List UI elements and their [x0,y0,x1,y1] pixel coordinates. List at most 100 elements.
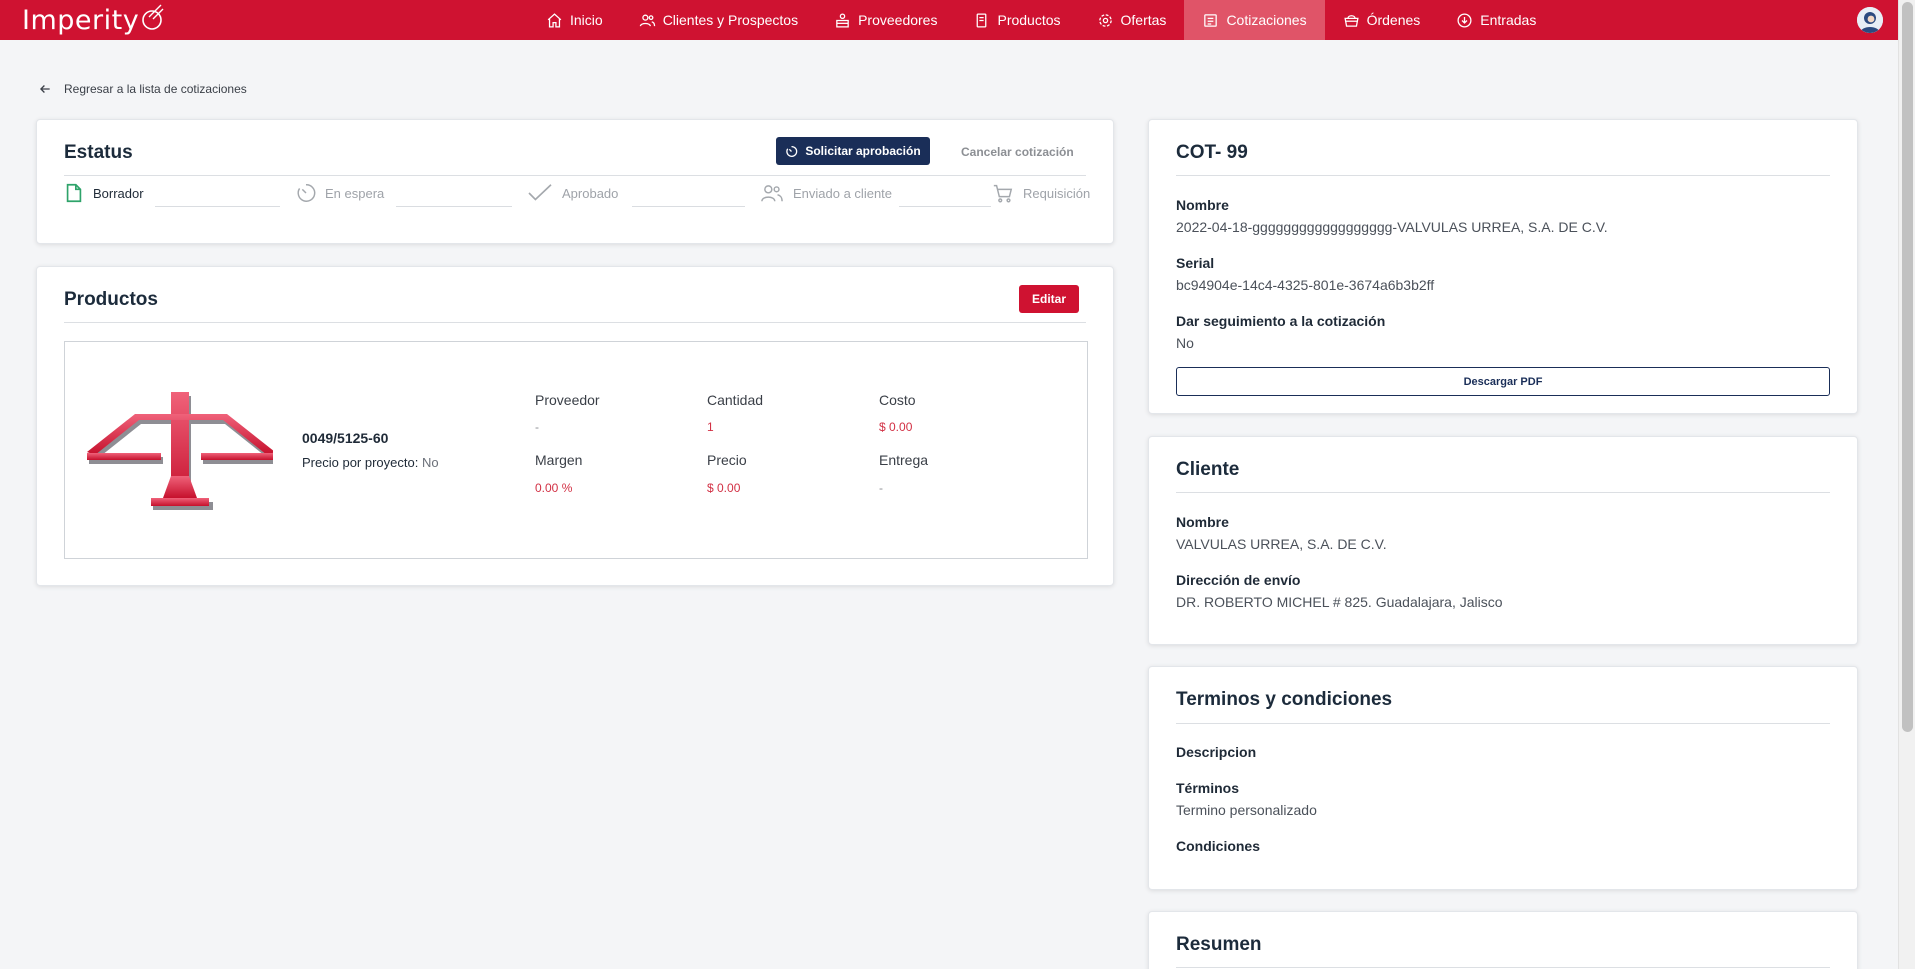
nav-item-label: Órdenes [1366,12,1421,28]
arrow-left-icon [40,85,50,93]
cantidad-label: Cantidad [707,392,764,408]
download-icon [1457,12,1472,28]
user-avatar[interactable] [1857,7,1883,33]
project-price: Precio por proyecto: No [302,455,439,470]
terms-terms-value: Termino personalizado [1176,802,1317,818]
step-en-espera: En espera [295,182,384,204]
step-connector [155,206,280,207]
logo-mark-icon [142,4,164,30]
nav-item-label: Clientes y Prospectos [662,12,799,28]
client-card: Cliente Nombre VALVULAS URREA, S.A. DE C… [1148,436,1858,645]
nav-item-entradas[interactable]: Entradas [1438,0,1554,40]
scrollbar-thumb[interactable] [1902,2,1913,732]
step-label: Requisición [1023,185,1091,201]
download-pdf-button[interactable]: Descargar PDF [1176,367,1830,396]
entrega-label: Entrega [879,452,929,468]
entrega-value: - [879,481,883,495]
nav-item-label: Inicio [570,12,603,28]
step-connector [899,206,991,207]
quote-card: COT- 99 Nombre 2022-04-18-gggggggggggggg… [1148,119,1858,414]
client-name-label: Nombre [1176,514,1229,530]
nav-item-label: Proveedores [858,12,938,28]
request-approval-button[interactable]: Solicitar aprobación [776,137,930,165]
app-logo[interactable]: Imperity [22,2,165,38]
home-icon [547,12,562,28]
step-requisicion: Requisición [991,182,1090,204]
status-separator [64,175,1086,176]
step-label: Borrador [93,185,144,201]
check-icon [528,184,552,201]
nav-item-ordenes[interactable]: Órdenes [1325,0,1439,40]
client-title: Cliente [1176,459,1240,480]
quote-serial-label: Serial [1176,255,1215,271]
nav-item-proveedores[interactable]: Proveedores [816,0,955,40]
terms-conditions-label: Condiciones [1176,838,1261,854]
quote-serial-value: bc94904e-14c4-4325-801e-3674a6b3b2ff [1176,277,1435,293]
step-label: Aprobado [562,185,619,201]
nav-item-label: Cotizaciones [1226,12,1307,28]
gear-icon [1098,13,1112,27]
costo-label: Costo [879,392,916,408]
users-icon [761,185,783,202]
terms-card: Terminos y condiciones Descripcion Térmi… [1148,666,1858,890]
step-connector [396,206,512,207]
nav-item-cotizaciones[interactable]: Cotizaciones [1184,0,1325,40]
project-price-value: No [421,455,439,470]
step-label: Enviado a cliente [793,185,893,201]
terms-separator [1176,723,1830,724]
margen-value: 0.00 % [535,481,573,495]
nav-item-ofertas[interactable]: Ofertas [1079,0,1185,40]
terms-description-label: Descripcion [1176,744,1257,760]
draft-icon [66,183,82,203]
avatar-icon [1857,7,1883,33]
quote-title: COT- 99 [1176,142,1248,163]
status-card: Estatus Solicitar aprobación Cancelar co… [36,119,1114,244]
nav-item-label: Entradas [1480,12,1537,28]
quote-name-value: 2022-04-18-gggggggggggggggggg-VALVULAS U… [1176,219,1608,235]
precio-value: $ 0.00 [707,481,741,495]
main-nav: Inicio Clientes y Prospectos Proveedores… [528,0,1554,40]
quote-followup-label: Dar seguimiento a la cotización [1176,313,1386,329]
back-to-quotes-link[interactable]: Regresar a la lista de cotizaciones [38,82,247,96]
summary-card: Resumen [1148,911,1858,969]
quote-separator [1176,175,1830,176]
summary-separator [1176,967,1830,968]
products-card: Productos Editar 0049/5125-60 Precio por… [36,266,1114,586]
cart-icon [993,184,1013,203]
back-link-label: Regresar a la lista de cotizaciones [64,82,247,96]
cancel-quote-button[interactable]: Cancelar cotización [961,145,1074,159]
users-icon [639,14,655,26]
costo-value: $ 0.00 [879,420,913,434]
edit-products-button[interactable]: Editar [1019,285,1079,313]
product-item: 0049/5125-60 Precio por proyecto: No Pro… [64,341,1088,559]
top-navbar: Imperity Inicio Clientes y Prospectos Pr… [0,0,1915,40]
margen-label: Margen [535,452,583,468]
summary-title: Resumen [1176,934,1262,955]
nav-item-label: Productos [997,12,1061,28]
timer-icon [786,145,798,157]
nav-item-label: Ofertas [1120,12,1167,28]
proveedor-value: - [535,420,539,434]
products-separator [64,322,1086,323]
quote-name-label: Nombre [1176,197,1229,213]
cantidad-value: 1 [707,420,714,434]
logo-text: Imperity [22,4,140,36]
step-connector [632,206,745,207]
client-name-value: VALVULAS URREA, S.A. DE C.V. [1176,536,1387,552]
page-scrollbar[interactable] [1898,0,1915,969]
nav-item-productos[interactable]: Productos [955,0,1078,40]
client-address-value: DR. ROBERTO MICHEL # 825. Guadalajara, J… [1176,594,1503,610]
step-borrador: Borrador [63,182,144,204]
product-image [87,392,273,510]
basket-icon [1343,14,1359,27]
nav-item-inicio[interactable]: Inicio [528,0,621,40]
quote-followup-value: No [1176,335,1194,351]
products-title: Productos [64,289,158,310]
status-title: Estatus [64,142,133,163]
step-label: En espera [325,185,385,201]
nav-item-clientes[interactable]: Clientes y Prospectos [621,0,816,40]
product-icon [977,12,987,28]
client-address-label: Dirección de envío [1176,572,1301,588]
step-aprobado: Aprobado [526,182,618,204]
request-approval-label: Solicitar aprobación [805,144,921,158]
